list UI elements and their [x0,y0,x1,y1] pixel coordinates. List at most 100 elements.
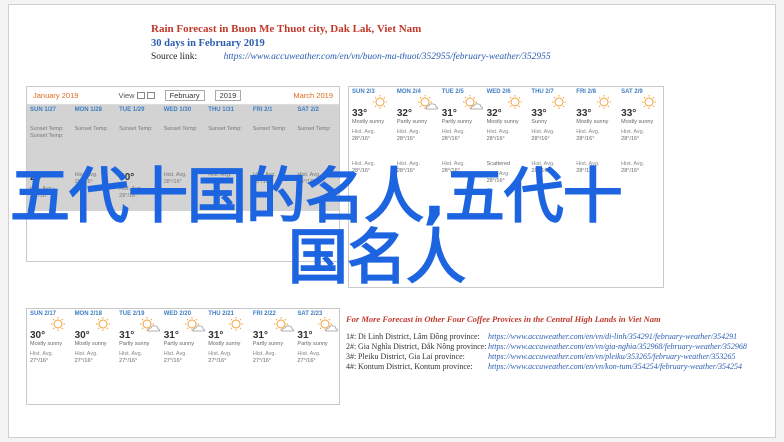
day-desc: Sunset Temp: [163,126,198,132]
sun-icon [49,317,71,333]
partly-sunny-icon [461,95,484,111]
partly-sunny-icon [416,95,439,111]
day-desc: Mostly sunny [30,341,63,347]
forecast-link[interactable]: https://www.accuweather.com/en/vn/kon-tu… [488,362,742,372]
hist-avg-value: 28°/16° [576,136,595,142]
day-cell[interactable]: THU 1/31 Sunset Temp: [205,105,250,158]
day-cell[interactable]: Hist. Avg. 28°/16° [618,147,663,207]
day-cell[interactable]: SAT 2/9 33° Mostly sunny Hist. Avg. 28°/16° [618,87,663,147]
day-name: SUN 1/27 [30,107,57,113]
calendar-panel-week3: SUN 2/17 30° Mostly sunny Hist. Avg. 27°/16°… [26,308,340,405]
sun-icon [371,95,393,111]
day-desc: Partly sunny [441,119,472,125]
source-line: Source link: https://www.accuweather.com… [151,52,551,62]
more-forecast-row: 4#: Kontum District, Kontum province: http… [346,362,766,372]
partly-sunny-icon [183,317,206,333]
more-forecast-row: 2#: Gia Nghĩa District, Đắk Nông province… [346,342,766,352]
prev-month-link[interactable]: January 2019 [33,91,78,100]
province-label: Gia Nghĩa District, Đắk Nông province: [358,342,487,351]
hist-avg-label: Hist. Avg. [208,351,232,357]
day-cell[interactable]: FRI 2/1 Sunset Temp: [249,105,295,158]
day-desc: Partly sunny [396,119,428,125]
year-select[interactable]: 2019 [214,90,242,101]
forecast-link[interactable]: https://www.accuweather.com/en/vn/pleiku… [488,352,735,362]
hist-avg-value: 27°/16° [252,358,272,362]
watermark-line2: 国名人 [288,223,466,293]
day-desc: Sunset Temp: [119,126,153,132]
day-desc: Mostly sunny [208,341,241,347]
day-cell[interactable]: SAT 2/23 31° Partly sunny Hist. Avg. 27°/16° [294,309,339,362]
row-number: 4#: [346,362,357,371]
day-cell[interactable]: SUN 2/3 33° Mostly sunny Hist. Avg. 28°/16° [349,87,394,147]
more-forecast-row: 3#: Pleiku District, Gia Lai province: htt… [346,352,766,362]
day-cell[interactable]: THU 2/21 31° Mostly sunny Hist. Avg. 27°/16° [205,309,250,362]
sun-icon [506,95,528,111]
day-cell[interactable]: FRI 2/22 31° Partly sunny Hist. Avg. 27°/16° [250,309,295,362]
grid-view-icon[interactable] [136,92,145,99]
more-forecast-row: 1#: Di Linh District, Lâm Đồng province: h… [346,332,766,342]
calendar-nav: January 2019 View February 2019 March 20… [27,87,339,105]
hist-avg-value: 27°/16° [74,358,93,362]
sun-icon [640,95,662,111]
hist-avg-value: 27°/16° [163,358,182,362]
hist-avg-value: 28°/16° [441,136,460,142]
hist-avg-label: Hist. Avg. [486,129,510,135]
hist-avg-value: 27°/16° [208,358,227,362]
day-cell[interactable]: SUN 2/17 30° Mostly sunny Hist. Avg. 27°/16° [27,309,72,362]
view-label: View [118,91,135,100]
day-desc: Mostly sunny [621,119,654,125]
sun-icon [595,95,617,111]
partly-sunny-icon [316,317,339,333]
day-cell[interactable]: MON 2/18 30° Mostly sunny Hist. Avg. 27°/16° [72,309,117,362]
day-desc: Partly sunny [252,341,284,347]
hist-avg-label: Hist. Avg. [30,351,54,357]
province-label: Di Linh District, Lâm Đồng province: [358,332,480,341]
partly-sunny-icon [272,317,295,333]
hist-avg-value: 27°/16° [119,358,138,362]
row-number: 3#: [346,352,357,361]
sun-icon [550,95,572,111]
forecast-link[interactable]: https://www.accuweather.com/en/vn/di-lin… [488,332,737,342]
hist-avg-value: 28°/16° [396,136,416,142]
source-link[interactable]: https://www.accuweather.com/en/vn/buon-m… [224,52,551,62]
hist-avg-label: Hist. Avg. [352,129,376,135]
day-desc: Mostly sunny [352,119,385,125]
hist-avg-label: Hist. Avg. [621,161,645,167]
partly-sunny-icon [138,317,161,333]
day-desc: Sunny [531,119,548,125]
hist-avg-label: Hist. Avg. [74,351,98,357]
hist-avg-label: Hist. Avg. [297,351,321,357]
hist-avg-label: Hist. Avg. [621,129,645,135]
day-cell[interactable]: SUN 1/27 Sunset Temp: Sunset Temp: [27,105,72,158]
day-cell[interactable]: SAT 2/2 Sunset Temp: [294,105,339,158]
month-select[interactable]: February [164,90,205,101]
forecast-link[interactable]: https://www.accuweather.com/en/vn/gia-ng… [488,342,747,352]
day-cell[interactable]: TUE 1/29 Sunset Temp: [116,105,161,158]
day-cell[interactable]: FRI 2/8 33° Mostly sunny Hist. Avg. 28°/16° [573,87,618,147]
day-desc: Sunset Temp: [297,126,331,132]
hist-avg-value: 28°/16° [531,136,550,142]
hist-avg-value: 28°/16° [486,136,505,142]
day-cell[interactable]: WED 2/6 32° Mostly sunny Hist. Avg. 28°/16° [484,87,529,147]
calendar-grid-week3: SUN 2/17 30° Mostly sunny Hist. Avg. 27°/16°… [27,309,339,362]
next-month-link[interactable]: March 2019 [293,91,333,100]
page-subtitle: 30 days in February 2019 [151,38,265,49]
day-desc: Mostly sunny [486,119,519,125]
hist-avg-label: Hist. Avg. [441,129,465,135]
hist-avg-label: Hist. Avg. [163,351,187,357]
day-cell[interactable]: WED 1/30 Sunset Temp: [160,105,206,158]
hist-avg-value: 27°/16° [30,358,49,362]
day-cell[interactable]: WED 2/20 31° Partly sunny Hist. Avg. 27°/16° [161,309,206,362]
list-view-icon[interactable] [146,92,155,99]
day-cell[interactable]: MON 2/4 32° Partly sunny Hist. Avg. 28°/16° [394,87,439,147]
day-cell[interactable]: THU 2/7 33° Sunny Hist. Avg. 28°/16° [528,87,573,147]
hist-avg-label: Hist. Avg. [396,129,420,135]
hist-avg-value: 28°/16° [621,136,640,142]
sun-icon [227,317,249,333]
day-desc: Mostly sunny [576,119,609,125]
day-cell[interactable]: TUE 2/5 31° Partly sunny Hist. Avg. 28°/16° [439,87,484,147]
day-cell[interactable]: TUE 2/19 31° Partly sunny Hist. Avg. 27°/16° [116,309,161,362]
day-name: TUE 1/29 [119,107,145,113]
more-forecast-title: For More Forecast in Other Four Coffee P… [346,314,661,324]
day-cell[interactable]: MON 1/28 Sunset Temp: [71,105,117,158]
